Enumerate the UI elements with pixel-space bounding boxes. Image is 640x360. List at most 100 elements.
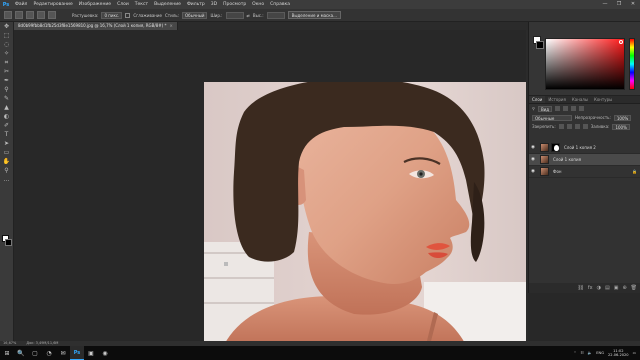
tool-icon[interactable]: ⚲ bbox=[3, 86, 11, 94]
canvas-area[interactable] bbox=[14, 30, 526, 345]
tool-icon[interactable]: ◐ bbox=[3, 113, 11, 121]
feather-input[interactable]: 0 пикс. bbox=[101, 11, 123, 19]
taskbar-app-icon[interactable]: 🔍 bbox=[14, 346, 28, 360]
swap-icon[interactable]: ⇄ bbox=[247, 13, 250, 18]
tool-icon[interactable]: ✋ bbox=[3, 158, 11, 166]
new-layer-icon[interactable]: ⊕ bbox=[622, 285, 626, 291]
menu-item[interactable]: Выделение bbox=[151, 2, 184, 7]
lock-transparent-icon[interactable] bbox=[558, 124, 564, 129]
tool-icon[interactable]: ✐ bbox=[3, 122, 11, 130]
menu-item[interactable]: Окно bbox=[249, 2, 267, 7]
taskbar-app-icon[interactable]: ▢ bbox=[28, 346, 42, 360]
volume-icon[interactable]: 🔈 bbox=[588, 351, 592, 355]
link-layers-icon[interactable]: ⛓ bbox=[578, 285, 584, 291]
tool-icon[interactable]: ✧ bbox=[3, 50, 11, 58]
menu-item[interactable]: Фильтр bbox=[184, 2, 208, 7]
tool-icon[interactable]: ▭ bbox=[3, 149, 11, 157]
document-tab[interactable]: 8d0b99fbb8d1fb25d3f8e1569810.jpg @ 16,7%… bbox=[14, 22, 178, 30]
menu-item[interactable]: Файл bbox=[12, 2, 30, 7]
tool-icon[interactable]: ✒ bbox=[3, 77, 11, 85]
tool-icon[interactable]: ◌ bbox=[3, 41, 11, 49]
menu-item[interactable]: Редактирование bbox=[30, 2, 75, 7]
adjustment-layer-icon[interactable]: ▤ bbox=[605, 285, 610, 291]
language-indicator[interactable]: ENG bbox=[596, 351, 604, 355]
menu-item[interactable]: 3D bbox=[208, 2, 220, 7]
tool-icon[interactable]: … bbox=[3, 176, 11, 184]
layers-panel-tabs: Слои История Каналы Контуры bbox=[529, 96, 640, 104]
portrait-photo[interactable] bbox=[204, 82, 526, 345]
tab-paths[interactable]: Контуры bbox=[591, 96, 615, 103]
layer-row[interactable]: ◉ Слой 1 копия 2 bbox=[529, 142, 640, 154]
opacity-input[interactable]: 100% bbox=[613, 114, 632, 121]
new-selection-icon[interactable] bbox=[15, 11, 23, 19]
close-button[interactable]: ✕ bbox=[626, 0, 640, 9]
layer-thumbnail bbox=[540, 143, 549, 152]
fill-input[interactable]: 100% bbox=[612, 123, 630, 130]
lock-all-icon[interactable] bbox=[582, 124, 588, 129]
height-input[interactable] bbox=[266, 11, 285, 19]
taskbar-app-icon[interactable]: ◔ bbox=[42, 346, 56, 360]
tool-icon[interactable]: ➤ bbox=[3, 140, 11, 148]
taskbar-app-icon[interactable]: ◉ bbox=[98, 346, 112, 360]
filter-pixel-icon[interactable] bbox=[555, 106, 561, 111]
fx-icon[interactable]: fx bbox=[588, 285, 593, 291]
new-group-icon[interactable]: ▣ bbox=[614, 285, 619, 291]
color-picker-cursor[interactable] bbox=[619, 40, 623, 44]
tab-channels[interactable]: Каналы bbox=[569, 96, 591, 103]
notifications-icon[interactable]: ▭ bbox=[633, 351, 636, 355]
panel-background-swatch[interactable] bbox=[536, 41, 544, 49]
lock-pixels-icon[interactable] bbox=[566, 124, 572, 129]
color-picker-field[interactable] bbox=[545, 38, 625, 90]
layer-mask-thumbnail[interactable] bbox=[551, 143, 560, 152]
clock[interactable]: 11:02 22.06.2020 bbox=[608, 349, 629, 358]
menu-item[interactable]: Слои bbox=[114, 2, 132, 7]
layer-filter-select[interactable]: Вид bbox=[537, 105, 553, 112]
filter-text-icon[interactable] bbox=[571, 106, 577, 111]
tool-icon[interactable]: ▲ bbox=[3, 104, 11, 112]
tool-icon[interactable]: ✥ bbox=[3, 23, 11, 31]
filter-adjust-icon[interactable] bbox=[563, 106, 569, 111]
panel-empty-area bbox=[528, 293, 640, 345]
tray-chevron-icon[interactable]: ⌃ bbox=[574, 351, 577, 355]
menu-item[interactable]: Текст bbox=[132, 2, 151, 7]
filter-shape-icon[interactable] bbox=[579, 106, 585, 111]
minimize-button[interactable]: — bbox=[598, 0, 612, 9]
taskbar-app-icon[interactable]: ✉ bbox=[56, 346, 70, 360]
visibility-eye-icon[interactable]: ◉ bbox=[529, 169, 537, 174]
lock-position-icon[interactable] bbox=[574, 124, 580, 129]
intersect-selection-icon[interactable] bbox=[48, 11, 56, 19]
background-color-swatch[interactable] bbox=[5, 239, 12, 246]
start-button-icon[interactable]: ⊞ bbox=[0, 346, 14, 360]
visibility-eye-icon[interactable]: ◉ bbox=[529, 157, 537, 162]
marquee-tool-preset-icon[interactable] bbox=[4, 11, 12, 19]
hue-slider[interactable] bbox=[629, 38, 635, 90]
taskbar-app-icon[interactable]: Ps bbox=[70, 346, 84, 360]
style-select[interactable]: Обычный bbox=[181, 11, 208, 19]
menu-item[interactable]: Справка bbox=[267, 2, 293, 7]
tool-icon[interactable]: ✎ bbox=[3, 95, 11, 103]
blend-mode-select[interactable]: Обычные bbox=[532, 114, 572, 121]
close-tab-icon[interactable]: × bbox=[169, 23, 172, 28]
tool-icon[interactable]: T bbox=[3, 131, 11, 139]
layer-row-active[interactable]: ◉ Слой 1 копия bbox=[529, 154, 640, 166]
layer-row[interactable]: ◉ Фон 🔒 bbox=[529, 166, 640, 178]
tab-history[interactable]: История bbox=[545, 96, 569, 103]
select-and-mask-button[interactable]: Выделение и маска... bbox=[287, 11, 341, 19]
trash-icon[interactable]: 🗑 bbox=[631, 285, 637, 291]
width-input[interactable] bbox=[225, 11, 244, 19]
tab-layers[interactable]: Слои bbox=[529, 96, 546, 103]
restore-button[interactable]: ❐ bbox=[612, 0, 626, 9]
antialias-checkbox[interactable] bbox=[125, 12, 131, 18]
tool-icon[interactable]: ⌗ bbox=[3, 59, 11, 67]
add-mask-icon[interactable]: ◑ bbox=[597, 285, 601, 291]
subtract-selection-icon[interactable] bbox=[37, 11, 45, 19]
visibility-eye-icon[interactable]: ◉ bbox=[529, 145, 537, 150]
menu-item[interactable]: Просмотр bbox=[220, 2, 249, 7]
menu-item[interactable]: Изображение bbox=[76, 2, 114, 7]
taskbar-app-icon[interactable]: ▣ bbox=[84, 346, 98, 360]
tool-icon[interactable]: ✂ bbox=[3, 68, 11, 76]
tool-icon[interactable]: ⬚ bbox=[3, 32, 11, 40]
network-icon[interactable]: ☷ bbox=[581, 351, 584, 355]
tool-icon[interactable]: ⚲ bbox=[3, 167, 11, 175]
add-selection-icon[interactable] bbox=[26, 11, 34, 19]
